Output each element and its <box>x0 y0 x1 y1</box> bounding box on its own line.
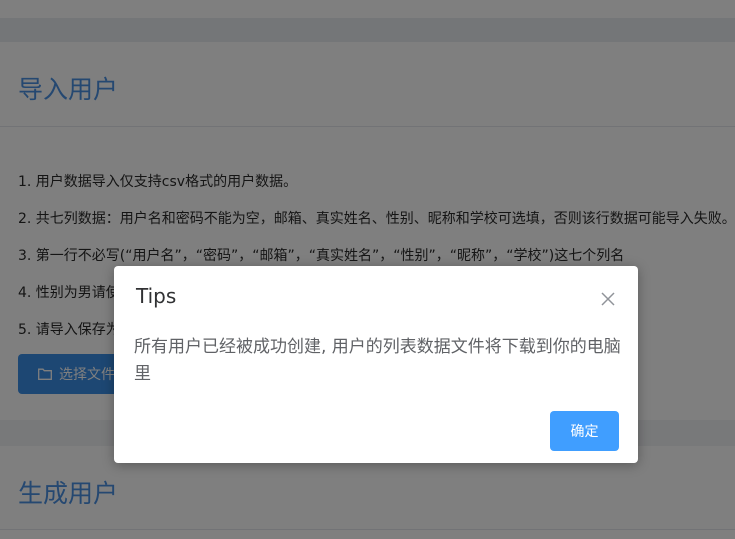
tips-dialog: Tips 所有用户已经被成功创建, 用户的列表数据文件将下载到你的电脑里 确定 <box>114 266 638 463</box>
confirm-button[interactable]: 确定 <box>550 411 619 451</box>
close-icon[interactable] <box>601 292 615 306</box>
dialog-message: 所有用户已经被成功创建, 用户的列表数据文件将下载到你的电脑里 <box>134 337 621 384</box>
dialog-title: Tips <box>136 284 177 308</box>
